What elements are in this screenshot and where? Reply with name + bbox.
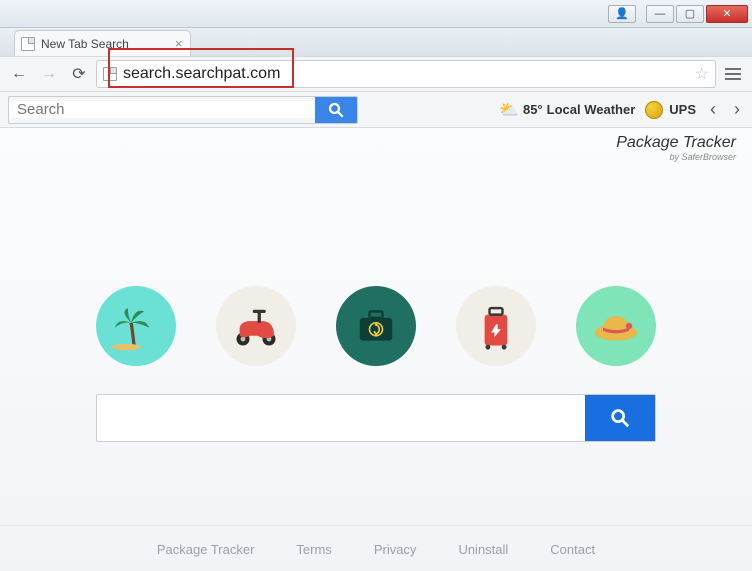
bookmark-star-icon[interactable]: ☆ [695,64,709,84]
hat-icon[interactable] [576,286,656,366]
browser-toolbar: ← → ⟳ ☆ [0,56,752,92]
forward-button[interactable]: → [36,61,62,87]
page-content: Package Tracker by SaferBrowser Package … [0,128,752,571]
main-search-input[interactable] [97,395,585,441]
window-titlebar: 👤 — ▢ ✕ [0,0,752,28]
minimize-button[interactable]: — [646,5,674,23]
category-circles [0,286,752,366]
document-icon [21,37,35,51]
footer-links: Package Tracker Terms Privacy Uninstall … [0,525,752,571]
maximize-button[interactable]: ▢ [676,5,704,23]
extension-toolbar: ⛅ 85° Local Weather UPS ‹ › [0,92,752,128]
toolbar-next-button[interactable]: › [730,99,744,120]
ups-shield-icon [645,101,663,119]
menu-button[interactable] [720,61,746,87]
brand-title: Package Tracker [16,134,736,152]
scooter-icon[interactable] [216,286,296,366]
toolbar-prev-button[interactable]: ‹ [706,99,720,120]
close-button[interactable]: ✕ [706,5,748,23]
palm-icon[interactable] [96,286,176,366]
hamburger-icon [725,68,741,80]
ups-widget[interactable]: UPS [645,101,696,119]
brand-block: Package Tracker by SaferBrowser [0,128,752,166]
footer-link[interactable]: Privacy [374,542,417,557]
page-icon [103,67,117,81]
weather-temp: 85° [523,102,543,117]
main-search [96,394,656,442]
magnifier-icon [327,101,345,119]
tab-close-icon[interactable]: × [175,36,183,51]
ups-label: UPS [669,102,696,117]
url-input[interactable] [123,65,689,83]
reload-button[interactable]: ⟳ [66,61,92,87]
browser-tab[interactable]: New Tab Search × [14,30,191,56]
weather-label: Local Weather [547,102,636,117]
user-icon[interactable]: 👤 [608,5,636,23]
weather-widget[interactable]: ⛅ 85° Local Weather [499,100,635,120]
brand-byline: by SaferBrowser [16,152,736,162]
footer-link[interactable]: Uninstall [458,542,508,557]
main-search-button[interactable] [585,395,655,441]
suitcase-icon[interactable] [336,286,416,366]
footer-link[interactable]: Terms [296,542,331,557]
cloud-icon: ⛅ [499,100,519,120]
luggage-icon[interactable] [456,286,536,366]
back-button[interactable]: ← [6,61,32,87]
magnifier-icon [609,407,631,429]
tab-strip: New Tab Search × [0,28,752,56]
extension-search [8,96,358,124]
extension-search-button[interactable] [315,96,357,124]
address-bar[interactable]: ☆ [96,60,716,88]
footer-link[interactable]: Contact [550,542,595,557]
extension-search-input[interactable] [9,101,315,118]
tab-title: New Tab Search [41,37,129,51]
footer-link[interactable]: Package Tracker [157,542,255,557]
